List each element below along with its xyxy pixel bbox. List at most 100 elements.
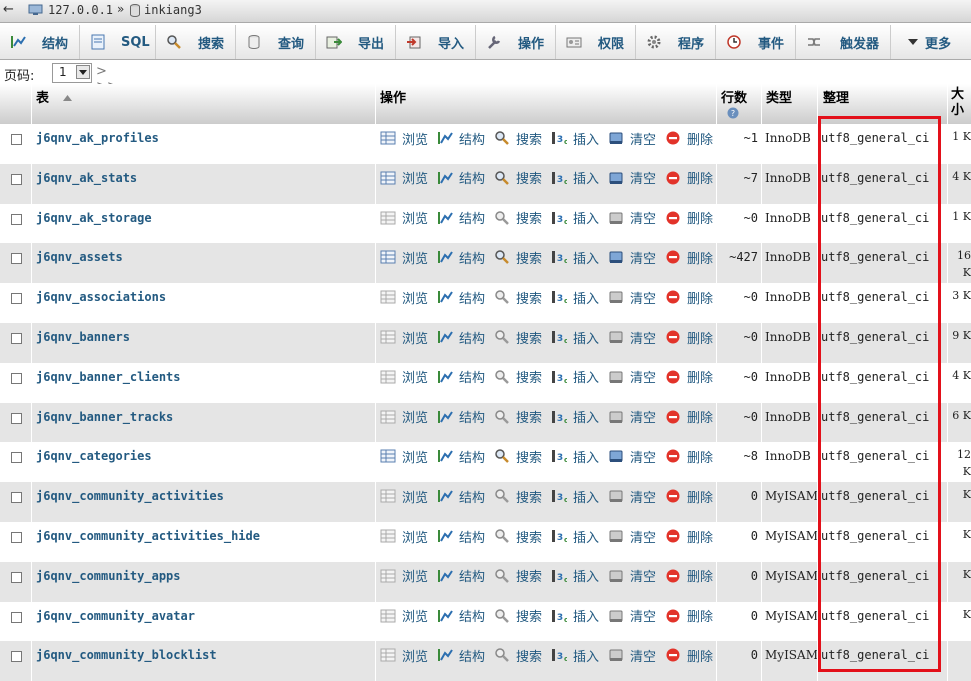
action-drop[interactable]: 删除	[665, 607, 713, 625]
action-insert[interactable]: 3 c 插入	[551, 607, 599, 625]
action-insert[interactable]: 3 c 插入	[551, 169, 599, 187]
action-insert[interactable]: 3 c 插入	[551, 527, 599, 546]
tab-events[interactable]: 事件	[716, 25, 796, 59]
back-arrow-icon[interactable]: ←	[3, 2, 14, 17]
breadcrumb-server[interactable]: 127.0.0.1	[48, 3, 113, 17]
row-checkbox[interactable]	[11, 492, 22, 504]
action-empty[interactable]: 清空	[608, 288, 656, 307]
action-insert[interactable]: 3 c 插入	[551, 209, 599, 227]
action-browse[interactable]: 浏览	[380, 169, 428, 187]
action-search[interactable]: 搜索	[494, 447, 542, 466]
table-name-link[interactable]: j6qnv_community_apps	[36, 569, 181, 583]
action-drop[interactable]: 删除	[665, 567, 713, 585]
action-drop[interactable]: 删除	[665, 328, 713, 347]
table-name-link[interactable]: j6qnv_assets	[36, 250, 123, 264]
action-structure[interactable]: 结构	[437, 368, 485, 386]
table-name-link[interactable]: j6qnv_banner_clients	[36, 370, 181, 384]
tab-export[interactable]: 导出	[316, 25, 396, 59]
action-browse[interactable]: 浏览	[380, 447, 428, 466]
sort-ascending-icon[interactable]	[63, 95, 72, 101]
action-insert[interactable]: 3 c 插入	[551, 567, 599, 585]
action-drop[interactable]: 删除	[665, 646, 713, 665]
row-checkbox[interactable]	[11, 173, 22, 185]
action-structure[interactable]: 结构	[437, 288, 485, 307]
action-drop[interactable]: 删除	[665, 527, 713, 546]
action-drop[interactable]: 删除	[665, 209, 713, 227]
action-drop[interactable]: 删除	[665, 288, 713, 307]
action-insert[interactable]: 3 c 插入	[551, 447, 599, 466]
action-search[interactable]: 搜索	[494, 129, 542, 148]
table-name-link[interactable]: j6qnv_community_avatar	[36, 609, 195, 623]
action-browse[interactable]: 浏览	[380, 408, 428, 426]
action-empty[interactable]: 清空	[608, 527, 656, 546]
action-structure[interactable]: 结构	[437, 447, 485, 466]
table-name-link[interactable]: j6qnv_banner_tracks	[36, 410, 173, 424]
row-checkbox[interactable]	[11, 253, 22, 265]
action-search[interactable]: 搜索	[494, 646, 542, 665]
action-empty[interactable]: 清空	[608, 248, 656, 267]
page-select[interactable]: 1	[52, 63, 92, 83]
action-drop[interactable]: 删除	[665, 129, 713, 148]
action-browse[interactable]: 浏览	[380, 328, 428, 347]
row-checkbox[interactable]	[11, 611, 22, 623]
row-checkbox[interactable]	[11, 452, 22, 464]
action-structure[interactable]: 结构	[437, 129, 485, 148]
action-structure[interactable]: 结构	[437, 527, 485, 546]
action-drop[interactable]: 删除	[665, 487, 713, 506]
action-drop[interactable]: 删除	[665, 169, 713, 187]
action-insert[interactable]: 3 c 插入	[551, 368, 599, 386]
tab-query[interactable]: 查询	[236, 25, 316, 59]
action-insert[interactable]: 3 c 插入	[551, 328, 599, 347]
row-checkbox[interactable]	[11, 293, 22, 305]
table-name-link[interactable]: j6qnv_ak_stats	[36, 171, 137, 185]
action-insert[interactable]: 3 c 插入	[551, 487, 599, 506]
row-checkbox[interactable]	[11, 134, 22, 145]
table-name-link[interactable]: j6qnv_banners	[36, 330, 130, 344]
header-rows[interactable]: 行数	[721, 87, 747, 106]
tab-privileges[interactable]: 权限	[556, 25, 636, 59]
row-checkbox[interactable]	[11, 333, 22, 344]
tab-structure[interactable]: 结构	[0, 25, 80, 59]
table-name-link[interactable]: j6qnv_ak_storage	[36, 211, 152, 225]
action-browse[interactable]: 浏览	[380, 248, 428, 267]
header-table[interactable]: 表	[36, 87, 49, 106]
action-empty[interactable]: 清空	[608, 408, 656, 426]
action-search[interactable]: 搜索	[494, 368, 542, 386]
select-arrow-icon[interactable]	[76, 65, 90, 79]
action-empty[interactable]: 清空	[608, 129, 656, 148]
table-name-link[interactable]: j6qnv_community_blocklist	[36, 648, 217, 662]
table-name-link[interactable]: j6qnv_community_activities	[36, 489, 224, 503]
action-browse[interactable]: 浏览	[380, 129, 428, 148]
header-size[interactable]: 大小	[951, 87, 965, 119]
action-insert[interactable]: 3 c 插入	[551, 288, 599, 307]
action-drop[interactable]: 删除	[665, 248, 713, 267]
action-search[interactable]: 搜索	[494, 607, 542, 625]
action-empty[interactable]: 清空	[608, 607, 656, 625]
tab-import[interactable]: 导入	[396, 25, 476, 59]
action-browse[interactable]: 浏览	[380, 527, 428, 546]
action-search[interactable]: 搜索	[494, 408, 542, 426]
row-checkbox[interactable]	[11, 651, 22, 663]
action-structure[interactable]: 结构	[437, 248, 485, 267]
action-structure[interactable]: 结构	[437, 328, 485, 347]
action-insert[interactable]: 3 c 插入	[551, 129, 599, 148]
action-drop[interactable]: 删除	[665, 368, 713, 386]
table-name-link[interactable]: j6qnv_community_activities_hide	[36, 529, 260, 543]
table-name-link[interactable]: j6qnv_associations	[36, 290, 166, 304]
help-icon[interactable]: ?	[727, 107, 739, 119]
row-checkbox[interactable]	[11, 213, 22, 225]
action-search[interactable]: 搜索	[494, 487, 542, 506]
action-empty[interactable]: 清空	[608, 209, 656, 227]
action-browse[interactable]: 浏览	[380, 567, 428, 585]
action-search[interactable]: 搜索	[494, 248, 542, 267]
action-insert[interactable]: 3 c 插入	[551, 408, 599, 426]
action-browse[interactable]: 浏览	[380, 607, 428, 625]
action-empty[interactable]: 清空	[608, 368, 656, 386]
row-checkbox[interactable]	[11, 412, 22, 424]
action-search[interactable]: 搜索	[494, 288, 542, 307]
action-empty[interactable]: 清空	[608, 487, 656, 506]
header-type[interactable]: 类型	[766, 87, 792, 106]
action-search[interactable]: 搜索	[494, 169, 542, 187]
action-drop[interactable]: 删除	[665, 447, 713, 466]
action-search[interactable]: 搜索	[494, 328, 542, 347]
